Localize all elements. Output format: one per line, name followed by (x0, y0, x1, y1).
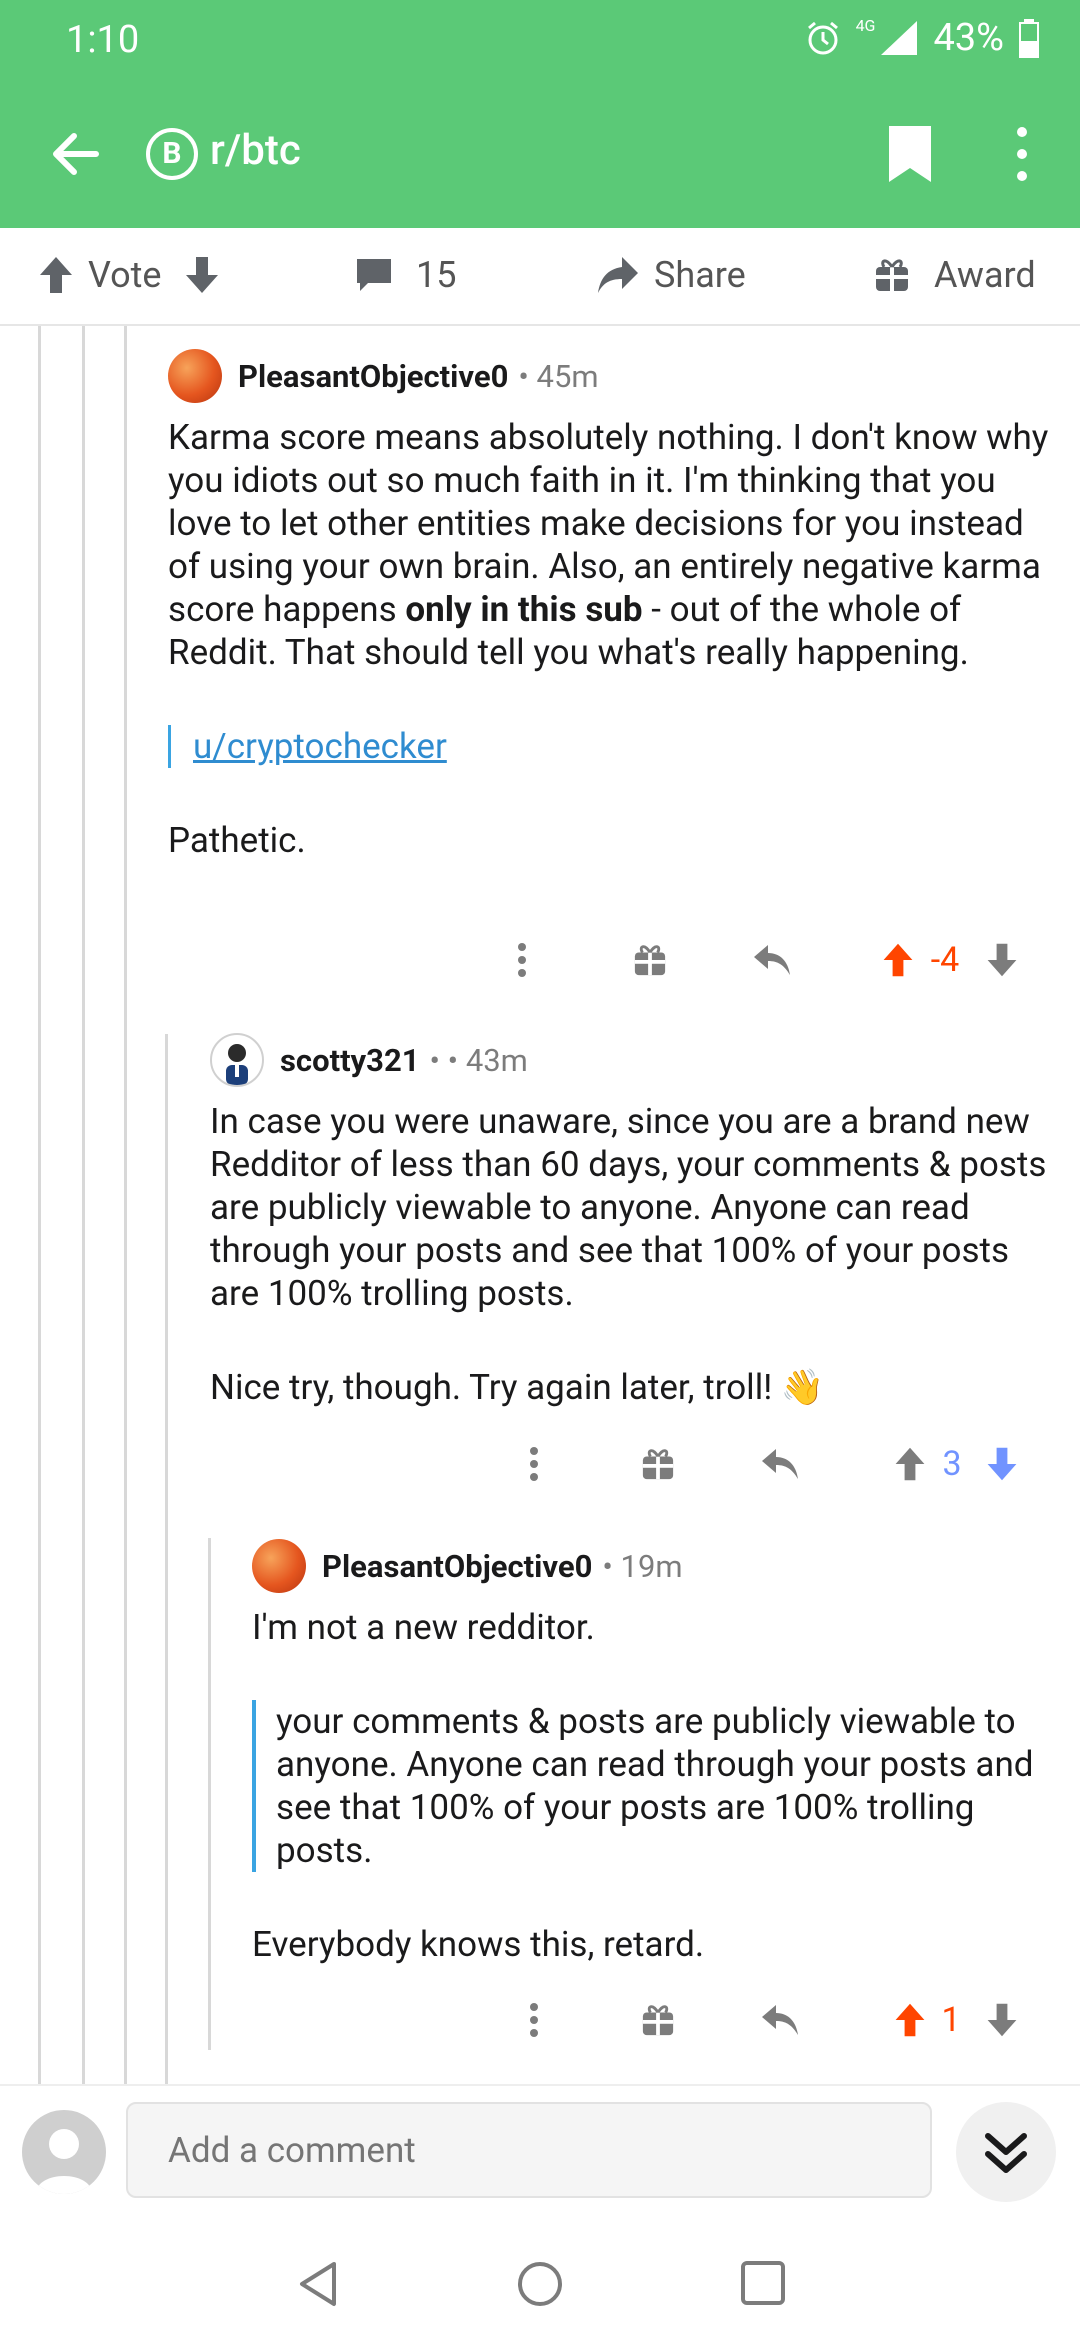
comment-composer (0, 2084, 1080, 2234)
upvote-icon[interactable] (878, 930, 918, 990)
network-type: 4G (855, 16, 876, 35)
more-icon[interactable] (522, 1434, 546, 1494)
upvote-icon[interactable] (890, 1990, 930, 2050)
share-label: Share (654, 254, 746, 296)
alarm-icon (807, 21, 838, 55)
comment-text: I'm not a new redditor. (252, 1607, 595, 1648)
bold-text: only in this sub (405, 589, 643, 630)
downvote-icon[interactable] (982, 1434, 1022, 1494)
thread-line (165, 1034, 168, 2084)
comment: PleasantObjective0 • 19m I'm not a new r… (252, 1538, 1060, 1966)
avatar[interactable] (168, 349, 222, 403)
downvote-icon[interactable] (184, 255, 220, 295)
battery-icon (1019, 19, 1039, 58)
comment-text: In case you were unaware, since you are … (210, 1101, 1047, 1314)
comment-icon (357, 259, 391, 291)
jump-next-button[interactable] (956, 2102, 1056, 2202)
gift-icon[interactable] (628, 930, 672, 990)
comment-input[interactable] (126, 2102, 932, 2198)
share-button[interactable]: Share (596, 254, 746, 296)
comment-body: Karma score means absolutely nothing. I … (168, 416, 1060, 862)
downvote-icon[interactable] (982, 1990, 1022, 2050)
comment-header: PleasantObjective0 • 19m (252, 1538, 1060, 1594)
nav-home-icon[interactable] (516, 2260, 564, 2308)
username[interactable]: scotty321 (280, 1042, 420, 1079)
comment: PleasantObjective0 • 45m Karma score mea… (168, 348, 1060, 862)
comment-actions: 1 (508, 1990, 1060, 2050)
thread-line (124, 326, 127, 2084)
upvote-icon[interactable] (38, 255, 74, 295)
vote-label: Vote (88, 254, 162, 296)
comment-body: In case you were unaware, since you are … (210, 1100, 1060, 1409)
waving-hand-emoji: 👋 (780, 1367, 825, 1408)
post-action-bar: Vote 15 Share Award (0, 228, 1080, 326)
comment-text: Everybody knows this, retard. (252, 1924, 705, 1965)
vote-control: Vote (38, 254, 220, 296)
username[interactable]: PleasantObjective0 (322, 1548, 592, 1585)
share-icon (598, 257, 638, 293)
blockquote: your comments & posts are publicly viewa… (252, 1700, 1060, 1872)
more-icon[interactable] (510, 930, 534, 990)
comments-button[interactable]: 15 (354, 254, 456, 296)
gift-icon[interactable] (636, 1434, 680, 1494)
avatar[interactable] (210, 1033, 264, 1087)
user-avatar[interactable] (22, 2110, 106, 2194)
award-button[interactable]: Award (874, 254, 1036, 296)
upvote-icon[interactable] (890, 1434, 930, 1494)
comment: scotty321 • • 43m In case you were unawa… (210, 1032, 1060, 1409)
thread-line (82, 326, 85, 2084)
comment-text: Nice try, though. Try again later, troll… (210, 1367, 773, 1408)
user-link[interactable]: u/cryptochecker (193, 726, 447, 767)
nav-recents-icon[interactable] (740, 2260, 786, 2306)
gift-icon (876, 259, 908, 291)
nav-back-icon[interactable] (296, 2260, 340, 2308)
comment-meta: • 19m (602, 1547, 683, 1585)
back-arrow-icon[interactable] (44, 122, 108, 186)
reply-icon[interactable] (758, 1434, 802, 1494)
more-icon[interactable] (522, 1990, 546, 2050)
gift-icon[interactable] (636, 1990, 680, 2050)
signal-icon (881, 21, 918, 55)
thread-line (208, 1538, 211, 2050)
comment-paragraph: Nice try, though. Try again later, troll… (210, 1366, 1060, 1409)
comment-score: 3 (942, 1444, 962, 1484)
comment-actions: 3 (508, 1434, 1060, 1494)
comment-count: 15 (416, 254, 457, 296)
double-chevron-down-icon (985, 2133, 1027, 2173)
blockquote: u/cryptochecker (168, 725, 1060, 768)
comment-text: Pathetic. (168, 820, 306, 861)
comment-header: PleasantObjective0 • 45m (168, 348, 1060, 404)
subreddit-icon[interactable]: B (146, 128, 198, 180)
comment-header: scotty321 • • 43m (210, 1032, 1060, 1088)
system-nav-bar (0, 2232, 1080, 2340)
comment-score: -4 (930, 940, 960, 980)
username[interactable]: PleasantObjective0 (238, 358, 508, 395)
comment-meta: • 45m (518, 357, 599, 395)
award-label: Award (934, 254, 1036, 296)
reply-icon[interactable] (750, 930, 794, 990)
comment-meta: • • 43m (429, 1041, 528, 1079)
bookmark-icon[interactable] (885, 124, 935, 184)
more-options-icon[interactable] (1006, 124, 1038, 184)
avatar[interactable] (252, 1539, 306, 1593)
app-bar: B r/btc (0, 80, 1080, 228)
reply-icon[interactable] (758, 1990, 802, 2050)
comment-score: 1 (941, 2000, 961, 2040)
downvote-icon[interactable] (982, 930, 1022, 990)
subreddit-name[interactable]: r/btc (210, 126, 301, 175)
status-time: 1:10 (66, 18, 140, 62)
comment-paragraph: Karma score means absolutely nothing. I … (168, 416, 1060, 674)
status-bar: 1:10 4G 43% (0, 0, 1080, 80)
comment-body: I'm not a new redditor. your comments & … (252, 1606, 1060, 1966)
battery-percent: 43% (933, 16, 1004, 60)
thread-line (38, 326, 41, 2084)
comment-actions: -4 (500, 930, 1060, 990)
